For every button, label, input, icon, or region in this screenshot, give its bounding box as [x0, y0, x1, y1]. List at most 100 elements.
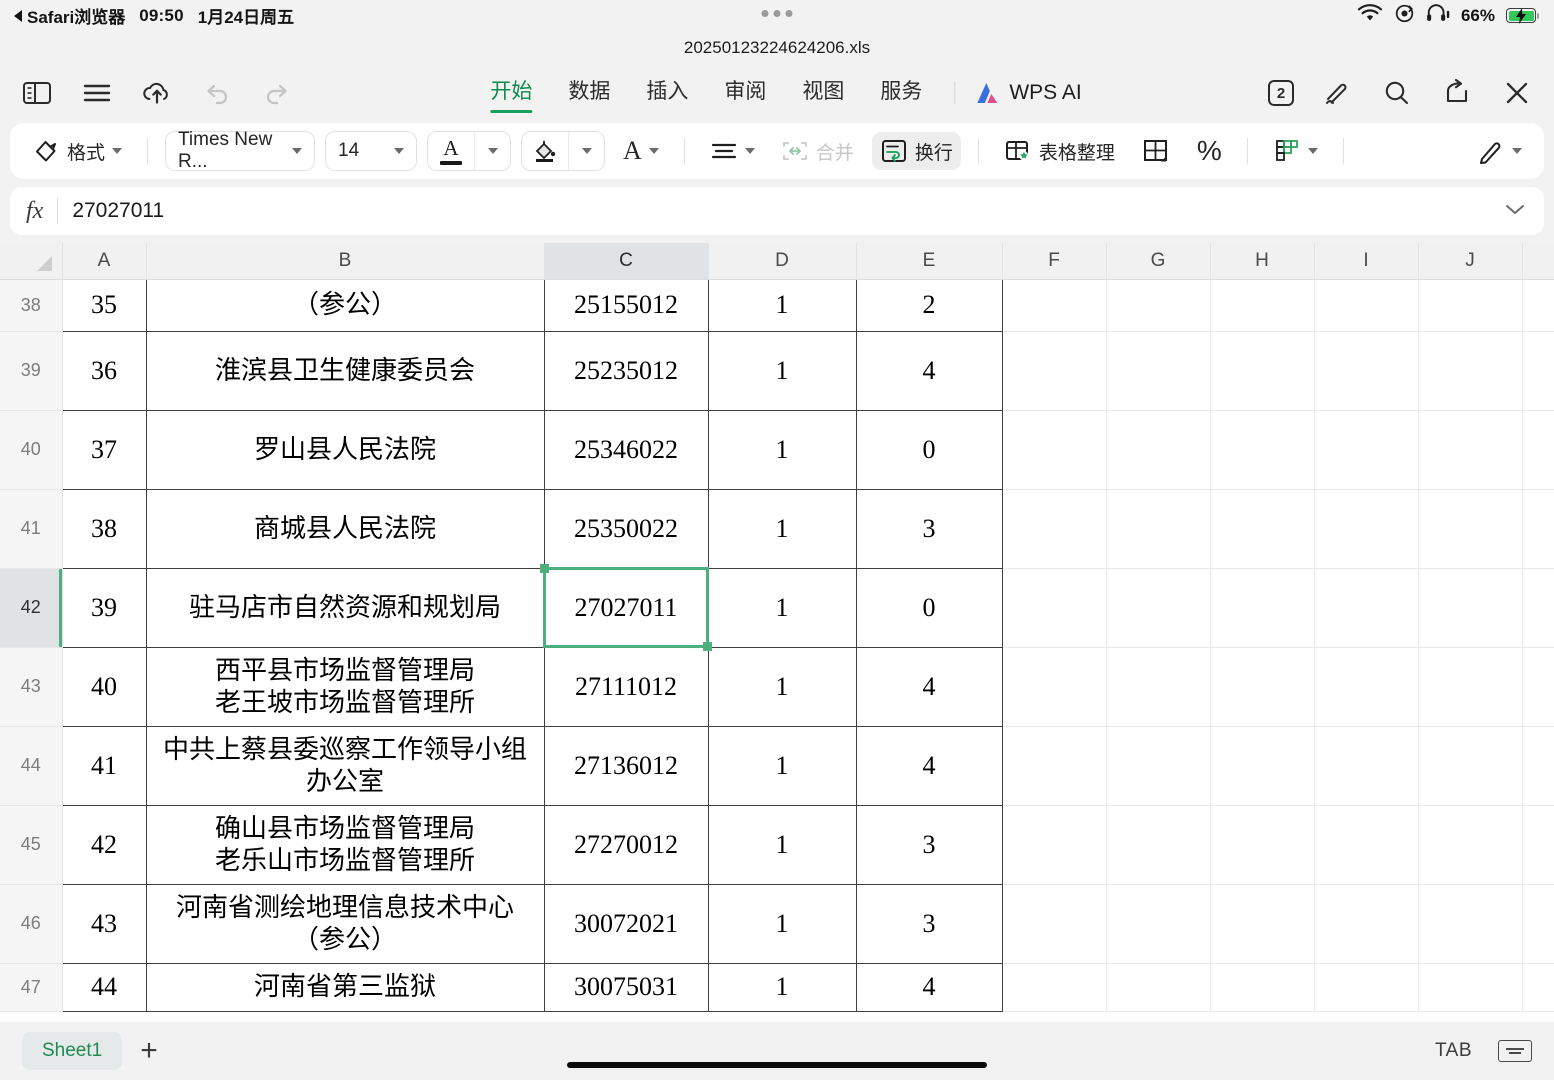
edit-pen-icon[interactable]	[1320, 76, 1354, 110]
font-style-button[interactable]: A	[615, 132, 667, 170]
cell-g[interactable]	[1106, 410, 1211, 490]
borders-button[interactable]	[1133, 132, 1179, 170]
sheet-tab-sheet1[interactable]: Sheet1	[22, 1032, 123, 1070]
row-header[interactable]: 43	[0, 647, 63, 727]
cloud-upload-icon[interactable]	[140, 76, 174, 110]
cell-g[interactable]	[1106, 963, 1211, 1012]
pen-button[interactable]	[1469, 132, 1530, 170]
cell-c[interactable]: 25155012	[544, 279, 709, 332]
cell-d[interactable]: 1	[708, 568, 857, 648]
spreadsheet-grid[interactable]: A B C D E F G H I J 38 35 （参公） 25155012 …	[0, 243, 1554, 1022]
row-header[interactable]: 38	[0, 279, 63, 332]
multitask-dots-icon[interactable]	[761, 10, 793, 17]
cell-f[interactable]	[1002, 279, 1107, 332]
cell-e[interactable]: 0	[856, 410, 1003, 490]
cell-c[interactable]: 27270012	[544, 805, 709, 885]
cell-b[interactable]: 河南省第三监狱	[146, 963, 545, 1012]
back-to-safari-button[interactable]: Safari浏览器	[14, 3, 125, 28]
font-color-dropdown[interactable]	[474, 132, 510, 170]
cell-j[interactable]	[1418, 568, 1523, 648]
column-header-i[interactable]: I	[1314, 243, 1419, 280]
tab-insert[interactable]: 插入	[628, 73, 706, 113]
cell-g[interactable]	[1106, 331, 1211, 411]
cell-a[interactable]: 40	[61, 647, 147, 727]
cell-a[interactable]: 36	[61, 331, 147, 411]
cell-e[interactable]: 0	[856, 568, 1003, 648]
wrap-text-button[interactable]: 换行	[871, 132, 961, 170]
cell-b[interactable]: 罗山县人民法院	[146, 410, 545, 490]
cell-b[interactable]: 驻马店市自然资源和规划局	[146, 568, 545, 648]
table-row[interactable]: 47 44 河南省第三监狱 30075031 1 4	[0, 963, 1554, 1012]
row-header[interactable]: 47	[0, 963, 63, 1012]
cell-c[interactable]: 30072021	[544, 884, 709, 964]
cell-j[interactable]	[1418, 726, 1523, 806]
tab-review[interactable]: 审阅	[706, 73, 784, 113]
select-all-corner[interactable]	[0, 243, 63, 280]
cell-e[interactable]: 4	[856, 647, 1003, 727]
cell-f[interactable]	[1002, 805, 1107, 885]
cell-d[interactable]: 1	[708, 279, 857, 332]
column-header-a[interactable]: A	[62, 243, 147, 280]
cell-i[interactable]	[1314, 568, 1419, 648]
cell-h[interactable]	[1210, 331, 1315, 411]
column-header-g[interactable]: G	[1106, 243, 1211, 280]
cell-c[interactable]: 25235012	[544, 331, 709, 411]
column-header-h[interactable]: H	[1210, 243, 1315, 280]
cell-b[interactable]: 确山县市场监督管理局 老乐山市场监督管理所	[146, 805, 545, 885]
cell-j[interactable]	[1418, 884, 1523, 964]
cell-i[interactable]	[1314, 647, 1419, 727]
add-sheet-button[interactable]: +	[140, 1036, 158, 1066]
cell-j[interactable]	[1418, 279, 1523, 332]
cell-c[interactable]: 25346022	[544, 410, 709, 490]
cell-i[interactable]	[1314, 884, 1419, 964]
cell-h[interactable]	[1210, 568, 1315, 648]
cell-e[interactable]: 4	[856, 331, 1003, 411]
column-header-d[interactable]: D	[708, 243, 857, 280]
row-header[interactable]: 40	[0, 410, 63, 490]
table-row[interactable]: 40 37 罗山县人民法院 25346022 1 0	[0, 410, 1554, 490]
cell-d[interactable]: 1	[708, 726, 857, 806]
close-icon[interactable]	[1500, 76, 1534, 110]
cell-c[interactable]: 27136012	[544, 726, 709, 806]
tab-view[interactable]: 视图	[784, 73, 862, 113]
row-header[interactable]: 39	[0, 331, 63, 411]
cell-d[interactable]: 1	[708, 331, 857, 411]
row-header-selected[interactable]: 42	[0, 568, 63, 648]
cell-e[interactable]: 3	[856, 489, 1003, 569]
percent-button[interactable]: %	[1189, 132, 1230, 170]
cell-a[interactable]: 43	[61, 884, 147, 964]
cell-a[interactable]: 37	[61, 410, 147, 490]
column-header-c[interactable]: C	[544, 243, 709, 280]
cell-e[interactable]: 2	[856, 279, 1003, 332]
tab-count-icon[interactable]: 2	[1268, 80, 1294, 106]
cell-i[interactable]	[1314, 331, 1419, 411]
cell-j[interactable]	[1418, 647, 1523, 727]
column-header-b[interactable]: B	[146, 243, 545, 280]
row-header[interactable]: 46	[0, 884, 63, 964]
font-name-select[interactable]: Times New R...	[165, 129, 316, 172]
cell-h[interactable]	[1210, 884, 1315, 964]
cell-g[interactable]	[1106, 568, 1211, 648]
cell-f[interactable]	[1002, 884, 1107, 964]
table-row[interactable]: 38 35 （参公） 25155012 1 2	[0, 279, 1554, 332]
wps-ai-button[interactable]: WPS AI	[969, 80, 1082, 106]
table-row[interactable]: 46 43 河南省测绘地理信息技术中心 （参公） 30072021 1 3	[0, 884, 1554, 964]
cell-j[interactable]	[1418, 410, 1523, 490]
cell-e[interactable]: 4	[856, 726, 1003, 806]
menu-icon[interactable]	[80, 76, 114, 110]
cell-e[interactable]: 4	[856, 963, 1003, 1012]
cell-d[interactable]: 1	[708, 963, 857, 1012]
cell-d[interactable]: 1	[708, 805, 857, 885]
sidebar-toggle-icon[interactable]	[20, 76, 54, 110]
align-button[interactable]	[702, 132, 763, 170]
tab-key-button[interactable]: TAB	[1435, 1040, 1472, 1062]
cell-j[interactable]	[1418, 963, 1523, 1012]
cell-a[interactable]: 41	[61, 726, 147, 806]
cell-f[interactable]	[1002, 489, 1107, 569]
column-header-j[interactable]: J	[1418, 243, 1523, 280]
cell-a[interactable]: 44	[61, 963, 147, 1012]
font-color-button[interactable]: A	[427, 131, 512, 171]
cell-a[interactable]: 42	[61, 805, 147, 885]
formula-expand-icon[interactable]	[1502, 201, 1528, 222]
cell-b[interactable]: 淮滨县卫生健康委员会	[146, 331, 545, 411]
